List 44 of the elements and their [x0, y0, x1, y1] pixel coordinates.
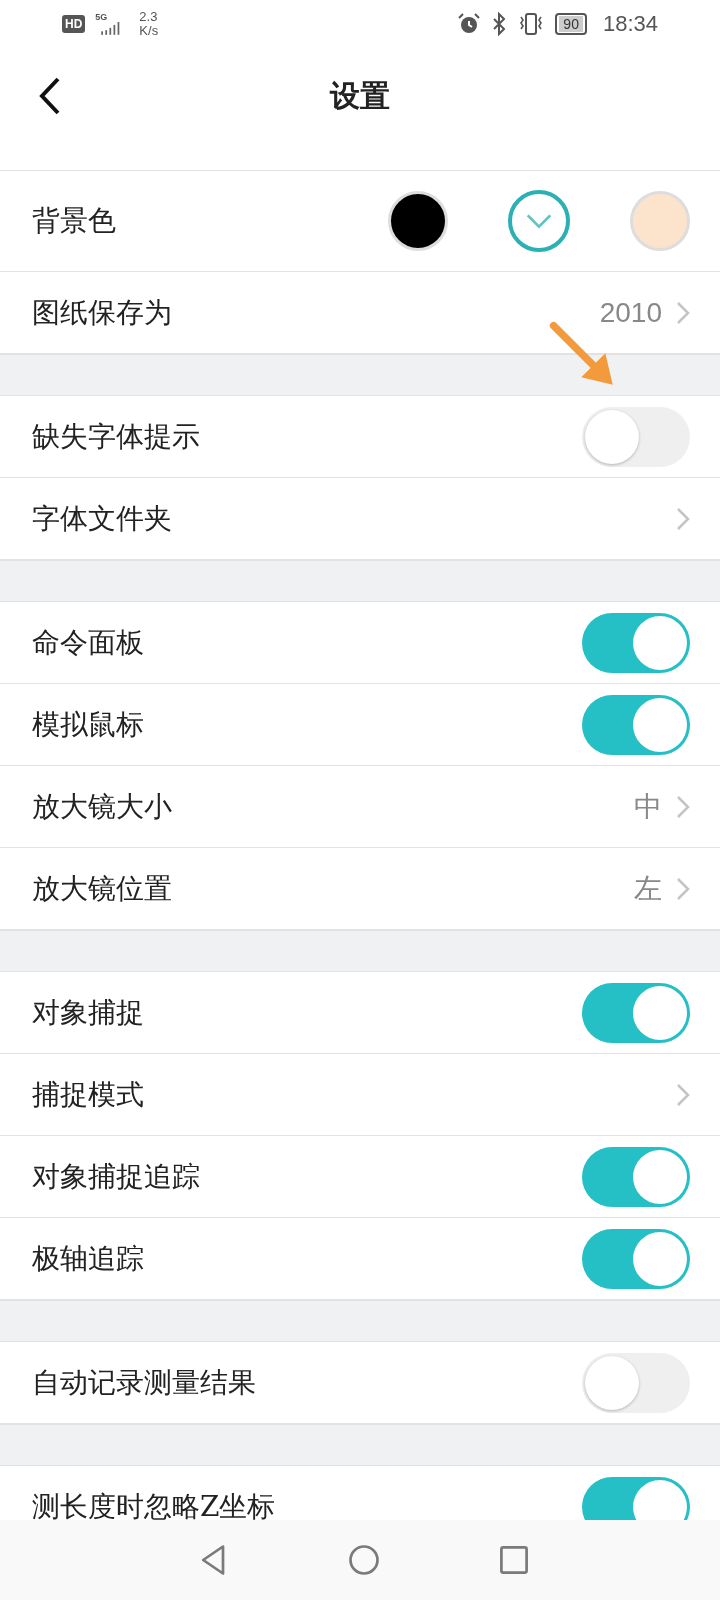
bluetooth-icon [491, 12, 508, 36]
settings-row[interactable]: 背景色 [0, 171, 720, 272]
setting-label: 放大镜大小 [32, 788, 172, 825]
setting-label: 图纸保存为 [32, 294, 172, 331]
setting-label: 缺失字体提示 [32, 418, 200, 455]
settings-row[interactable]: 缺失字体提示 [0, 396, 720, 478]
back-icon [38, 76, 62, 116]
battery-level: 90 [559, 16, 583, 32]
setting-label: 测长度时忽略Z坐标 [32, 1488, 276, 1520]
setting-label: 字体文件夹 [32, 500, 172, 537]
toggle-switch[interactable] [582, 1476, 690, 1520]
speed-value: 2.3 [139, 10, 159, 24]
speed-unit: K/s [139, 24, 159, 38]
setting-label: 自动记录测量结果 [32, 1364, 256, 1401]
setting-label: 放大镜位置 [32, 870, 172, 907]
setting-label: 对象捕捉 [32, 994, 144, 1031]
clock: 18:34 [602, 11, 658, 37]
alarm-icon [457, 12, 482, 36]
page-title: 设置 [330, 76, 390, 115]
setting-label: 极轴追踪 [32, 1240, 144, 1277]
setting-label: 命令面板 [32, 624, 144, 661]
chevron-icon [676, 794, 690, 819]
setting-label: 对象捕捉追踪 [32, 1158, 200, 1195]
setting-value: 左 [634, 871, 662, 906]
hd-badge: HD [62, 15, 86, 33]
setting-label: 背景色 [32, 203, 116, 239]
back-button[interactable] [38, 76, 62, 116]
check-icon [525, 212, 553, 230]
chevron-icon [676, 506, 690, 531]
settings-row[interactable]: 放大镜大小 中 [0, 766, 720, 848]
setting-label: 捕捉模式 [32, 1076, 144, 1113]
settings-row[interactable]: 模拟鼠标 [0, 684, 720, 766]
chevron-icon [676, 1082, 690, 1107]
setting-label: 模拟鼠标 [32, 706, 144, 743]
settings-row[interactable]: 捕捉模式 [0, 1054, 720, 1136]
home-icon[interactable] [346, 1542, 382, 1578]
settings-row[interactable]: 对象捕捉 [0, 972, 720, 1054]
setting-value: 2010 [599, 296, 662, 329]
settings-row[interactable]: 命令面板 [0, 602, 720, 684]
settings-row[interactable]: 对象捕捉追踪 [0, 1136, 720, 1218]
chevron-icon [676, 876, 690, 901]
chevron-icon [676, 300, 690, 325]
setting-value: 中 [634, 789, 662, 824]
network-type: 5G [95, 12, 108, 22]
